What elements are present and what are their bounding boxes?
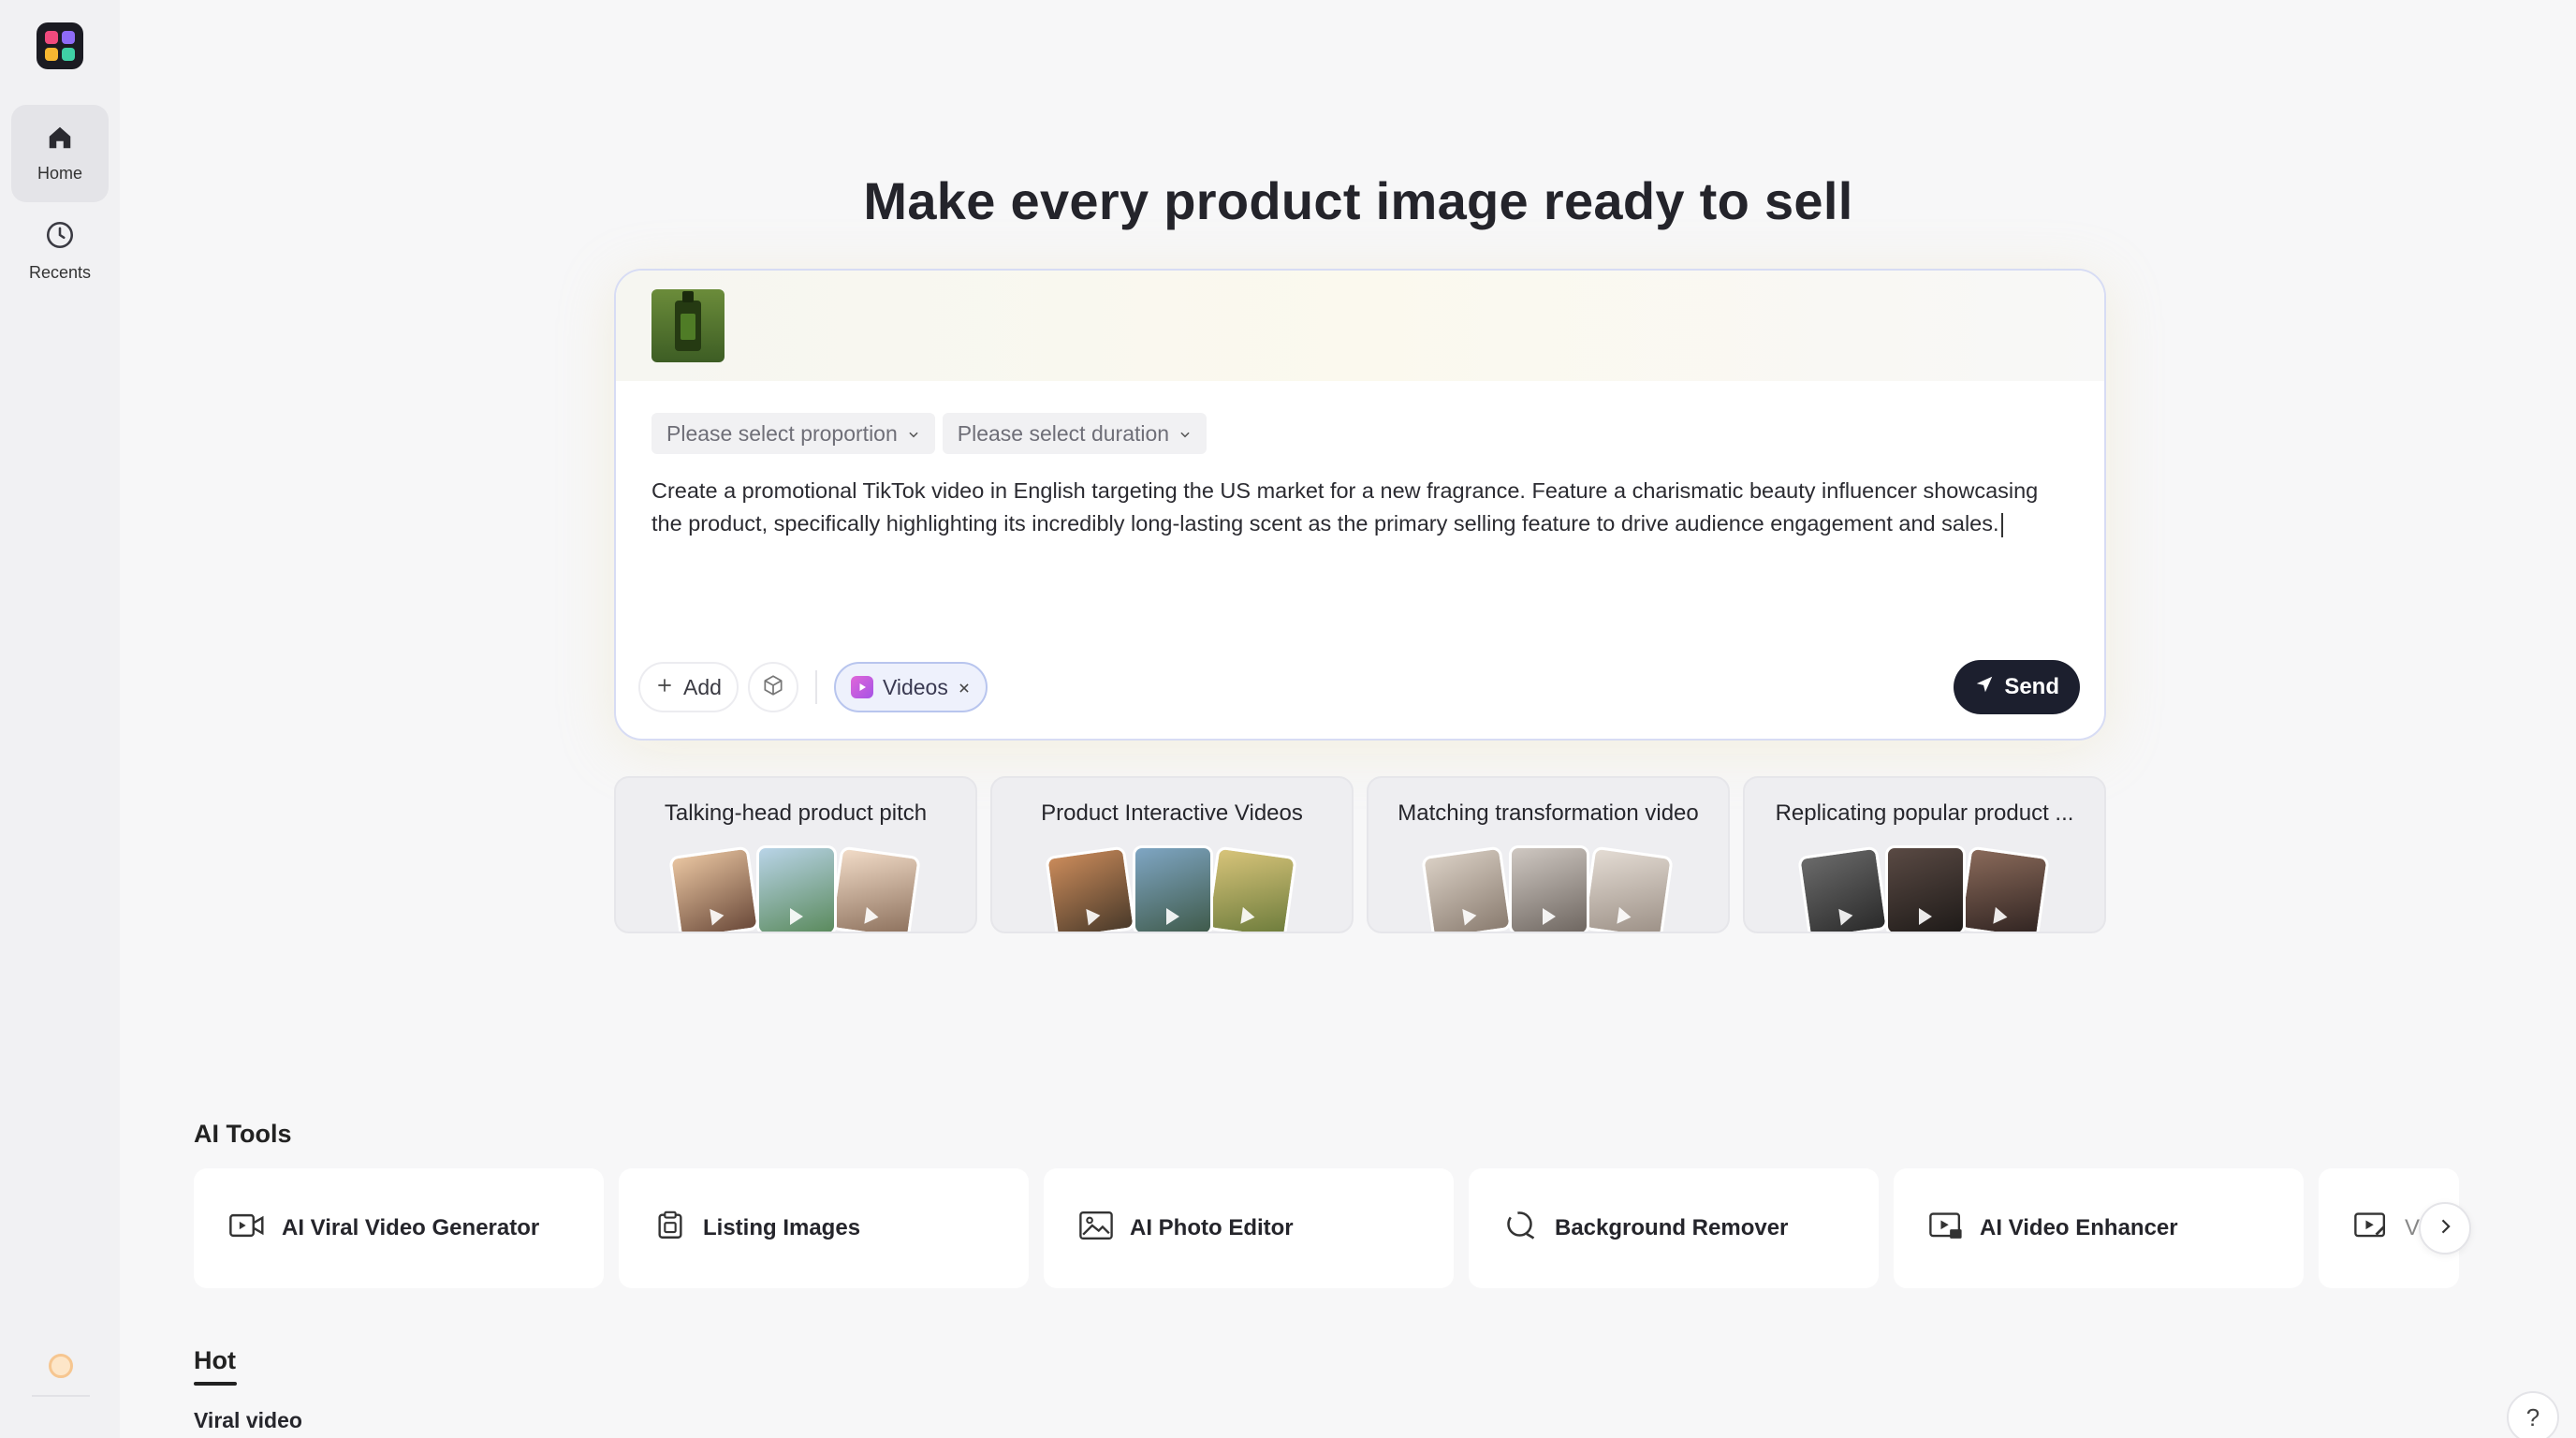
chevron-down-icon xyxy=(1178,421,1192,447)
template-title: Talking-head product pitch xyxy=(664,800,928,826)
tool-listing-images[interactable]: Listing Images xyxy=(619,1168,1029,1288)
template-thumbnail xyxy=(1795,845,2057,932)
cube-icon xyxy=(761,673,785,702)
prompt-card: Please select proportion Please select d… xyxy=(614,269,2106,741)
home-icon xyxy=(46,124,74,156)
video-edit-icon xyxy=(2354,1211,2388,1247)
tool-ai-viral-video-generator[interactable]: AI Viral Video Generator xyxy=(194,1168,604,1288)
tools-next-button[interactable] xyxy=(2419,1202,2471,1255)
send-button-label: Send xyxy=(2004,674,2059,699)
add-button-label: Add xyxy=(683,674,722,699)
template-thumbnail xyxy=(666,845,929,932)
prompt-text-value: Create a promotional TikTok video in Eng… xyxy=(651,478,2039,536)
template-thumbnail xyxy=(1043,845,1305,932)
plus-icon xyxy=(655,675,674,700)
active-tab-indicator xyxy=(194,1382,237,1386)
template-card-talking-head[interactable]: Talking-head product pitch xyxy=(614,776,977,933)
fragrance-bottle-image xyxy=(675,291,701,351)
hd-video-icon xyxy=(1929,1211,1963,1247)
template-thumbnail xyxy=(1419,845,1681,932)
chevron-down-icon xyxy=(907,421,920,447)
tool-label: AI Video Enhancer xyxy=(1980,1215,2178,1240)
template-title: Matching transformation video xyxy=(1398,800,1699,826)
prompt-textarea[interactable]: Create a promotional TikTok video in Eng… xyxy=(651,475,2074,540)
listing-icon xyxy=(654,1210,686,1248)
tool-label: V xyxy=(2405,1215,2421,1240)
send-icon xyxy=(1974,674,1995,701)
tab-hot[interactable]: Hot xyxy=(194,1346,236,1375)
template-card-transformation[interactable]: Matching transformation video xyxy=(1367,776,1730,933)
photo-icon xyxy=(1079,1211,1113,1247)
videos-mode-tag[interactable]: Videos xyxy=(833,662,988,712)
tool-label: AI Photo Editor xyxy=(1130,1215,1294,1240)
tool-label: AI Viral Video Generator xyxy=(282,1215,540,1240)
close-icon[interactable] xyxy=(958,675,971,700)
duration-select[interactable]: Please select duration xyxy=(942,413,1208,454)
template-title: Replicating popular product ... xyxy=(1775,800,2074,826)
product-box-button[interactable] xyxy=(747,662,798,712)
sidebar-item-label: Recents xyxy=(28,263,92,282)
template-cards: Talking-head product pitch Product Inter… xyxy=(614,776,2106,933)
chevron-right-icon xyxy=(2436,1217,2454,1240)
template-card-replicating[interactable]: Replicating popular product ... xyxy=(1743,776,2106,933)
tool-label: Background Remover xyxy=(1555,1215,1789,1240)
video-camera-icon xyxy=(229,1211,265,1246)
divider xyxy=(814,670,817,704)
tool-ai-photo-editor[interactable]: AI Photo Editor xyxy=(1044,1168,1454,1288)
ai-tools-title: AI Tools xyxy=(194,1120,292,1148)
credits-icon[interactable] xyxy=(49,1354,73,1378)
video-play-icon xyxy=(850,676,873,698)
help-button[interactable]: ? xyxy=(2507,1391,2559,1438)
add-button[interactable]: Add xyxy=(638,662,739,712)
text-cursor xyxy=(2000,512,2003,537)
ai-tools-row: AI Viral Video Generator Listing Images … xyxy=(194,1168,2468,1288)
eraser-icon xyxy=(1504,1209,1538,1249)
divider xyxy=(32,1395,90,1397)
help-icon: ? xyxy=(2525,1402,2540,1431)
uploaded-media-area xyxy=(616,271,2104,381)
tool-ai-video-enhancer[interactable]: AI Video Enhancer xyxy=(1894,1168,2304,1288)
tool-background-remover[interactable]: Background Remover xyxy=(1469,1168,1879,1288)
page-title: Make every product image ready to sell xyxy=(863,171,1853,230)
viral-video-heading: Viral video xyxy=(194,1408,302,1432)
duration-select-label: Please select duration xyxy=(957,420,1170,446)
proportion-select-label: Please select proportion xyxy=(666,420,898,446)
proportion-select[interactable]: Please select proportion xyxy=(651,413,935,454)
videos-tag-label: Videos xyxy=(882,674,948,699)
template-card-interactive[interactable]: Product Interactive Videos xyxy=(990,776,1354,933)
product-thumbnail[interactable] xyxy=(651,289,724,362)
app-logo-icon[interactable] xyxy=(37,22,83,69)
send-button[interactable]: Send xyxy=(1954,660,2080,714)
tool-label: Listing Images xyxy=(703,1215,861,1240)
template-title: Product Interactive Videos xyxy=(1041,800,1303,826)
